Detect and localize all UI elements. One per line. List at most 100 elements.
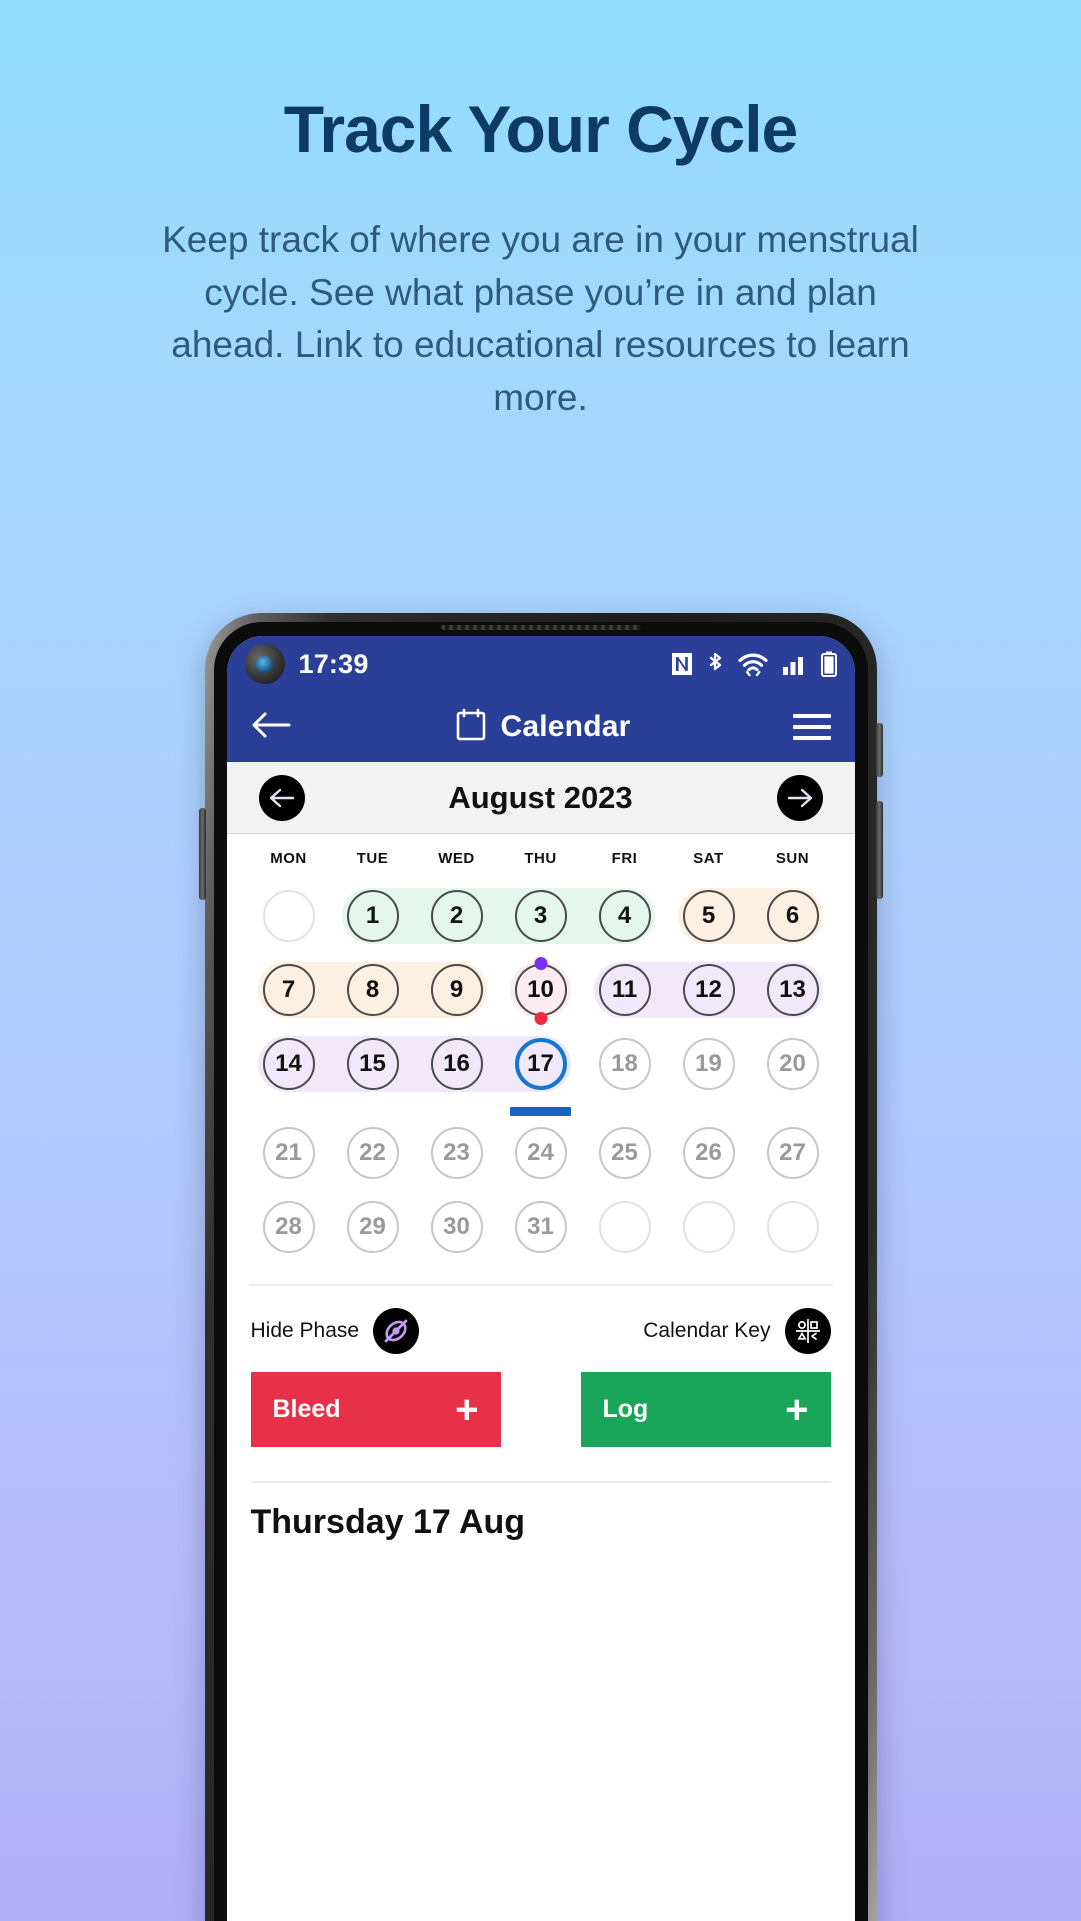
calendar-day-number[interactable]: 13 [766, 964, 819, 1016]
weekday-label: SAT [693, 850, 724, 867]
wifi-icon [737, 651, 769, 677]
calendar-day-number[interactable]: 24 [514, 1127, 567, 1179]
nfc-icon [671, 652, 693, 676]
calendar-day-cell [751, 1190, 835, 1264]
calendar-day-cell[interactable]: 25 [583, 1116, 667, 1190]
calendar-day-number[interactable]: 7 [262, 964, 315, 1016]
calendar-day-number[interactable]: 19 [682, 1038, 735, 1090]
promo-subtitle: Keep track of where you are in your mens… [162, 219, 919, 418]
calendar-key-control[interactable]: Calendar Key [643, 1308, 831, 1354]
weekday-label: TUE [356, 850, 389, 867]
calendar-day-cell [583, 1190, 667, 1264]
status-bar: 17:39 [226, 636, 855, 692]
calendar-week-row: 7 8 9 10 11 12 13 [247, 953, 835, 1027]
calendar-day-number [262, 890, 315, 942]
calendar-day-cell[interactable]: 19 [667, 1027, 751, 1101]
calendar-day-number[interactable]: 22 [346, 1127, 399, 1179]
calendar-day-number[interactable]: 27 [766, 1127, 819, 1179]
calendar-weeks: 1 2 3 4 5 6 7 8 9 10 11 12 13 14 15 16 17 18 19 20 21 22 23 24 2… [247, 879, 835, 1264]
hamburger-menu-icon[interactable] [792, 714, 831, 740]
calendar-day-number[interactable]: 1 [346, 890, 399, 942]
calendar-day-cell [667, 1190, 751, 1264]
calendar-day-number[interactable]: 25 [598, 1127, 651, 1179]
calendar-day-number[interactable]: 30 [430, 1201, 483, 1253]
calendar-day-number[interactable]: 28 [262, 1201, 315, 1253]
calendar-day-cell[interactable]: 27 [751, 1116, 835, 1190]
calendar-day-number[interactable]: 26 [682, 1127, 735, 1179]
calendar-day-selected[interactable]: 17 [514, 1038, 567, 1090]
log-button[interactable]: Log + [580, 1372, 831, 1447]
calendar-tools-row: Hide Phase Calendar Key [227, 1286, 855, 1372]
calendar-day-number[interactable]: 9 [430, 964, 483, 1016]
status-clock: 17:39 [298, 648, 369, 679]
calendar-day-number[interactable]: 18 [598, 1038, 651, 1090]
app-bar: Calendar [226, 692, 855, 762]
calendar-day-cell[interactable]: 20 [751, 1027, 835, 1101]
phone-power-button[interactable] [875, 723, 883, 777]
calendar-day-number[interactable]: 4 [598, 890, 651, 942]
calendar-day-cell[interactable]: 21 [247, 1116, 331, 1190]
calendar-day-number[interactable]: 8 [346, 964, 399, 1016]
calendar-day-number[interactable]: 16 [430, 1038, 483, 1090]
calendar-day-cell[interactable]: 30 [415, 1190, 499, 1264]
calendar-icon [455, 708, 487, 747]
previous-month-button[interactable] [258, 774, 305, 821]
calendar-day-cell[interactable]: 26 [667, 1116, 751, 1190]
calendar-day-number[interactable]: 5 [682, 890, 735, 942]
calendar-day-number[interactable]: 10 [514, 964, 567, 1016]
red-dot-icon [534, 1012, 547, 1025]
back-arrow-icon[interactable] [251, 710, 293, 745]
calendar-day-cell[interactable]: 23 [415, 1116, 499, 1190]
earpiece-speaker [440, 625, 641, 630]
calendar-day-cell[interactable]: 28 [247, 1190, 331, 1264]
bleed-button[interactable]: Bleed + [250, 1372, 501, 1447]
plus-icon: + [785, 1387, 809, 1432]
weekday-label: WED [438, 850, 475, 867]
calendar-day-cell[interactable]: 18 [583, 1027, 667, 1101]
log-button-label: Log [602, 1395, 649, 1423]
calendar-day-number [598, 1201, 651, 1253]
phone-mockup: 17:39 Calendar August 2023 MON TUE WED T… [198, 613, 883, 1921]
eye-slash-icon[interactable] [373, 1308, 420, 1354]
calendar-day-cell [247, 879, 331, 953]
calendar-day-cell[interactable]: 24 [499, 1116, 583, 1190]
calendar-day-number[interactable]: 3 [514, 890, 567, 942]
phone-screen: 17:39 Calendar August 2023 MON TUE WED T… [226, 636, 855, 1921]
calendar-day-number[interactable]: 15 [346, 1038, 399, 1090]
next-month-button[interactable] [776, 774, 823, 821]
calendar-day-cell[interactable]: 29 [331, 1190, 415, 1264]
weekday-label: THU [524, 850, 557, 867]
calendar-day-number[interactable]: 11 [598, 964, 651, 1016]
calendar-day-number[interactable]: 6 [766, 890, 819, 942]
calendar-day-number[interactable]: 2 [430, 890, 483, 942]
calendar-week-row: 28 29 30 31 [247, 1190, 835, 1264]
selected-day-underline [510, 1107, 571, 1116]
calendar-day-number[interactable]: 20 [766, 1038, 819, 1090]
month-navigation: August 2023 [226, 762, 855, 834]
phone-volume-button[interactable] [875, 801, 883, 899]
battery-icon [820, 651, 837, 677]
calendar-day-cell[interactable]: 31 [499, 1190, 583, 1264]
hide-phase-label: Hide Phase [250, 1319, 360, 1342]
plus-icon: + [455, 1387, 479, 1432]
calendar-day-number[interactable]: 12 [682, 964, 735, 1016]
calendar-day-number[interactable]: 23 [430, 1127, 483, 1179]
calendar-day-number[interactable]: 29 [346, 1201, 399, 1253]
calendar-week-row: 123456 [247, 879, 835, 953]
app-bar-title: Calendar [500, 710, 631, 743]
calendar-day-cell[interactable]: 22 [331, 1116, 415, 1190]
phone-side-button[interactable] [198, 808, 206, 900]
current-month-label: August 2023 [448, 779, 633, 815]
calendar-grid: MON TUE WED THU FRI SAT SUN 1 2 3 4 5 6 7 8 9 10 1… [226, 834, 855, 1264]
hide-phase-control[interactable]: Hide Phase [251, 1308, 420, 1354]
calendar-day-number[interactable]: 21 [262, 1127, 315, 1179]
page-title: Track Your Cycle [283, 92, 799, 166]
calendar-week-row: 14 15 16 17 18 19 20 [247, 1027, 835, 1101]
calendar-day-number[interactable]: 31 [514, 1201, 567, 1253]
calendar-day-number[interactable]: 14 [262, 1038, 315, 1090]
bluetooth-icon [706, 651, 724, 677]
phone-bezel: 17:39 Calendar August 2023 MON TUE WED T… [213, 622, 868, 1921]
calendar-day-number [766, 1201, 819, 1253]
calendar-key-grid-icon[interactable] [784, 1308, 831, 1354]
weekday-label: MON [270, 850, 307, 867]
